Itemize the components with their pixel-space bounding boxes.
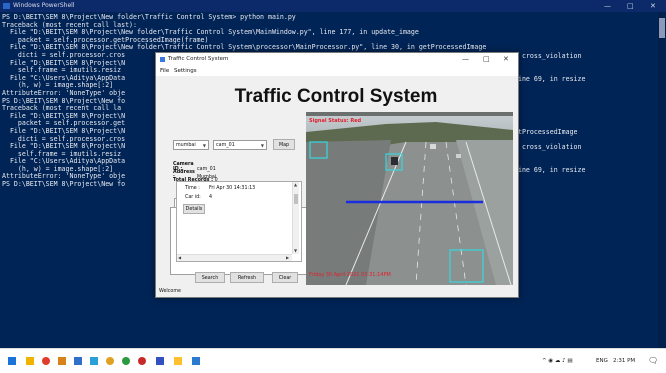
camera-feed: Signal Status: Red Friday 30 April 2021 …: [306, 112, 513, 285]
camera-feed-image: [306, 112, 513, 285]
record-time-value: Fri Apr 30 14:31:13: [209, 186, 256, 191]
maximize-icon[interactable]: □: [627, 0, 634, 12]
taskbar: ^ ◉ ☁ ♪ ▤ ENG 2:31 PM 🗨: [0, 348, 666, 373]
app-icon[interactable]: [122, 357, 130, 365]
app-icon[interactable]: [74, 357, 82, 365]
city-select[interactable]: mumbai ▼: [173, 140, 209, 150]
chevron-down-icon: ▼: [260, 143, 264, 148]
console-line-fragment: n cross_violation: [514, 52, 582, 60]
record-time-row: Time : Fri Apr 30 14:31:13: [185, 186, 255, 191]
chevron-down-icon[interactable]: ▼: [294, 248, 297, 253]
chrome-icon[interactable]: [106, 357, 114, 365]
app-icon[interactable]: [192, 357, 200, 365]
chevron-right-icon[interactable]: ▶: [286, 255, 289, 261]
app-icon: [160, 57, 165, 62]
powershell-title: Windows PowerShell: [13, 2, 75, 9]
console-line-fragment: line 69, in resize: [514, 74, 586, 83]
record-car-value: 4: [209, 195, 213, 200]
menu-file[interactable]: File: [160, 66, 169, 76]
python-icon[interactable]: [174, 357, 182, 365]
clear-button[interactable]: Clear: [272, 272, 298, 283]
tray-icons[interactable]: ^ ◉ ☁ ♪ ▤: [542, 349, 573, 373]
minimize-icon[interactable]: —: [462, 53, 469, 66]
list-horizontal-scrollbar[interactable]: ◀ ▶: [177, 254, 292, 261]
notification-icon[interactable]: 🗨: [648, 349, 658, 373]
status-bar: Welcome: [159, 289, 181, 294]
violations-list[interactable]: Time : Fri Apr 30 14:31:13 Car id: 4 Detai…: [176, 181, 302, 262]
tray-language[interactable]: ENG: [596, 349, 608, 373]
close-icon[interactable]: ✕: [650, 0, 656, 12]
powershell-taskbar-icon[interactable]: [156, 357, 164, 365]
app-titlebar: Traffic Control System — □ ✕: [156, 53, 518, 66]
record-car-row: Car id: 4: [185, 195, 212, 200]
chevron-up-icon[interactable]: ▲: [294, 182, 297, 187]
maximize-icon[interactable]: □: [483, 53, 490, 66]
app-icon[interactable]: [90, 357, 98, 365]
scrollbar-thumb[interactable]: [659, 18, 665, 38]
signal-status-text: Signal Status: Red: [309, 118, 362, 124]
refresh-button[interactable]: Refresh: [230, 272, 264, 283]
record-car-label: Car id:: [185, 195, 201, 200]
file-explorer-icon[interactable]: [26, 357, 34, 365]
console-line-fragment: line 69, in resize: [514, 166, 586, 174]
menu-settings[interactable]: Settings: [174, 66, 197, 76]
tray-clock[interactable]: 2:31 PM: [613, 349, 635, 373]
app-icon[interactable]: [138, 357, 146, 365]
chevron-left-icon[interactable]: ◀: [178, 255, 181, 261]
minimize-icon[interactable]: —: [604, 0, 611, 12]
chevron-down-icon: ▼: [202, 143, 206, 148]
powershell-icon: [3, 3, 10, 9]
list-vertical-scrollbar[interactable]: ▲ ▼: [292, 182, 299, 254]
menu-bar: File Settings: [156, 66, 518, 76]
camera-select-value: cam_01: [216, 143, 235, 148]
camera-select[interactable]: cam_01 ▼: [213, 140, 267, 150]
console-scrollbar[interactable]: [658, 12, 666, 348]
close-icon[interactable]: ✕: [503, 53, 509, 66]
browser-icon[interactable]: [42, 357, 50, 365]
page-title: Traffic Control System: [234, 86, 438, 107]
city-select-value: mumbai: [176, 143, 196, 148]
console-line-fragment: etProcessedImage: [514, 128, 578, 136]
search-button[interactable]: Search: [195, 272, 225, 283]
app-window-title: Traffic Control System: [168, 56, 229, 62]
app-icon[interactable]: [58, 357, 66, 365]
powershell-titlebar: Windows PowerShell — □ ✕: [0, 0, 666, 12]
console-line-fragment: n cross_violation: [514, 143, 582, 152]
map-button[interactable]: Map: [273, 139, 295, 150]
record-time-label: Time :: [185, 186, 200, 191]
video-timestamp: Friday 30 April 2021 02:31:14PM: [309, 272, 391, 278]
details-button[interactable]: Details: [183, 204, 205, 214]
scrollbar-thumb[interactable]: [294, 194, 298, 204]
windows-start-icon[interactable]: [8, 357, 16, 365]
